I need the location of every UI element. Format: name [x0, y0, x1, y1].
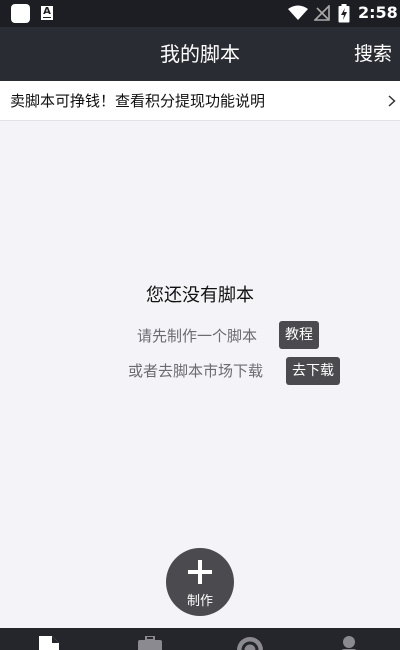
a-text-icon: A — [41, 6, 53, 20]
go-download-button[interactable]: 去下载 — [286, 357, 340, 385]
status-time: 2:58 — [358, 3, 398, 22]
status-bar: A 2:58 — [0, 0, 400, 27]
no-signal-icon — [314, 5, 330, 21]
banner-text: 卖脚本可挣钱！查看积分提现功能说明 — [10, 92, 266, 110]
empty-state-title: 您还没有脚本 — [146, 285, 254, 306]
screen: A 2:58 我的脚本 搜索 卖脚本可挣钱！查看积分提现功能说明 您还没有脚本 … — [0, 0, 400, 650]
bottom-nav — [0, 628, 400, 650]
chevron-right-icon — [388, 95, 396, 107]
app-notification-icon — [11, 4, 30, 23]
points-withdrawal-banner[interactable]: 卖脚本可挣钱！查看积分提现功能说明 — [0, 81, 400, 121]
search-button[interactable]: 搜索 — [354, 27, 392, 81]
battery-charging-icon — [338, 4, 350, 23]
empty-state-hint-market: 或者去脚本市场下载 — [128, 362, 264, 380]
person-icon[interactable] — [339, 636, 359, 650]
plus-icon — [188, 560, 212, 584]
briefcase-icon[interactable] — [138, 636, 162, 650]
create-script-button[interactable]: 制作 — [166, 548, 234, 616]
wifi-icon — [288, 5, 308, 20]
tutorial-button[interactable]: 教程 — [279, 321, 319, 349]
coin-icon[interactable] — [236, 636, 264, 650]
page-title: 我的脚本 — [160, 42, 240, 66]
app-header: 我的脚本 搜索 — [0, 27, 400, 81]
document-icon[interactable] — [38, 636, 60, 650]
empty-state-hint-create: 请先制作一个脚本 — [137, 327, 258, 345]
create-label: 制作 — [186, 594, 213, 609]
